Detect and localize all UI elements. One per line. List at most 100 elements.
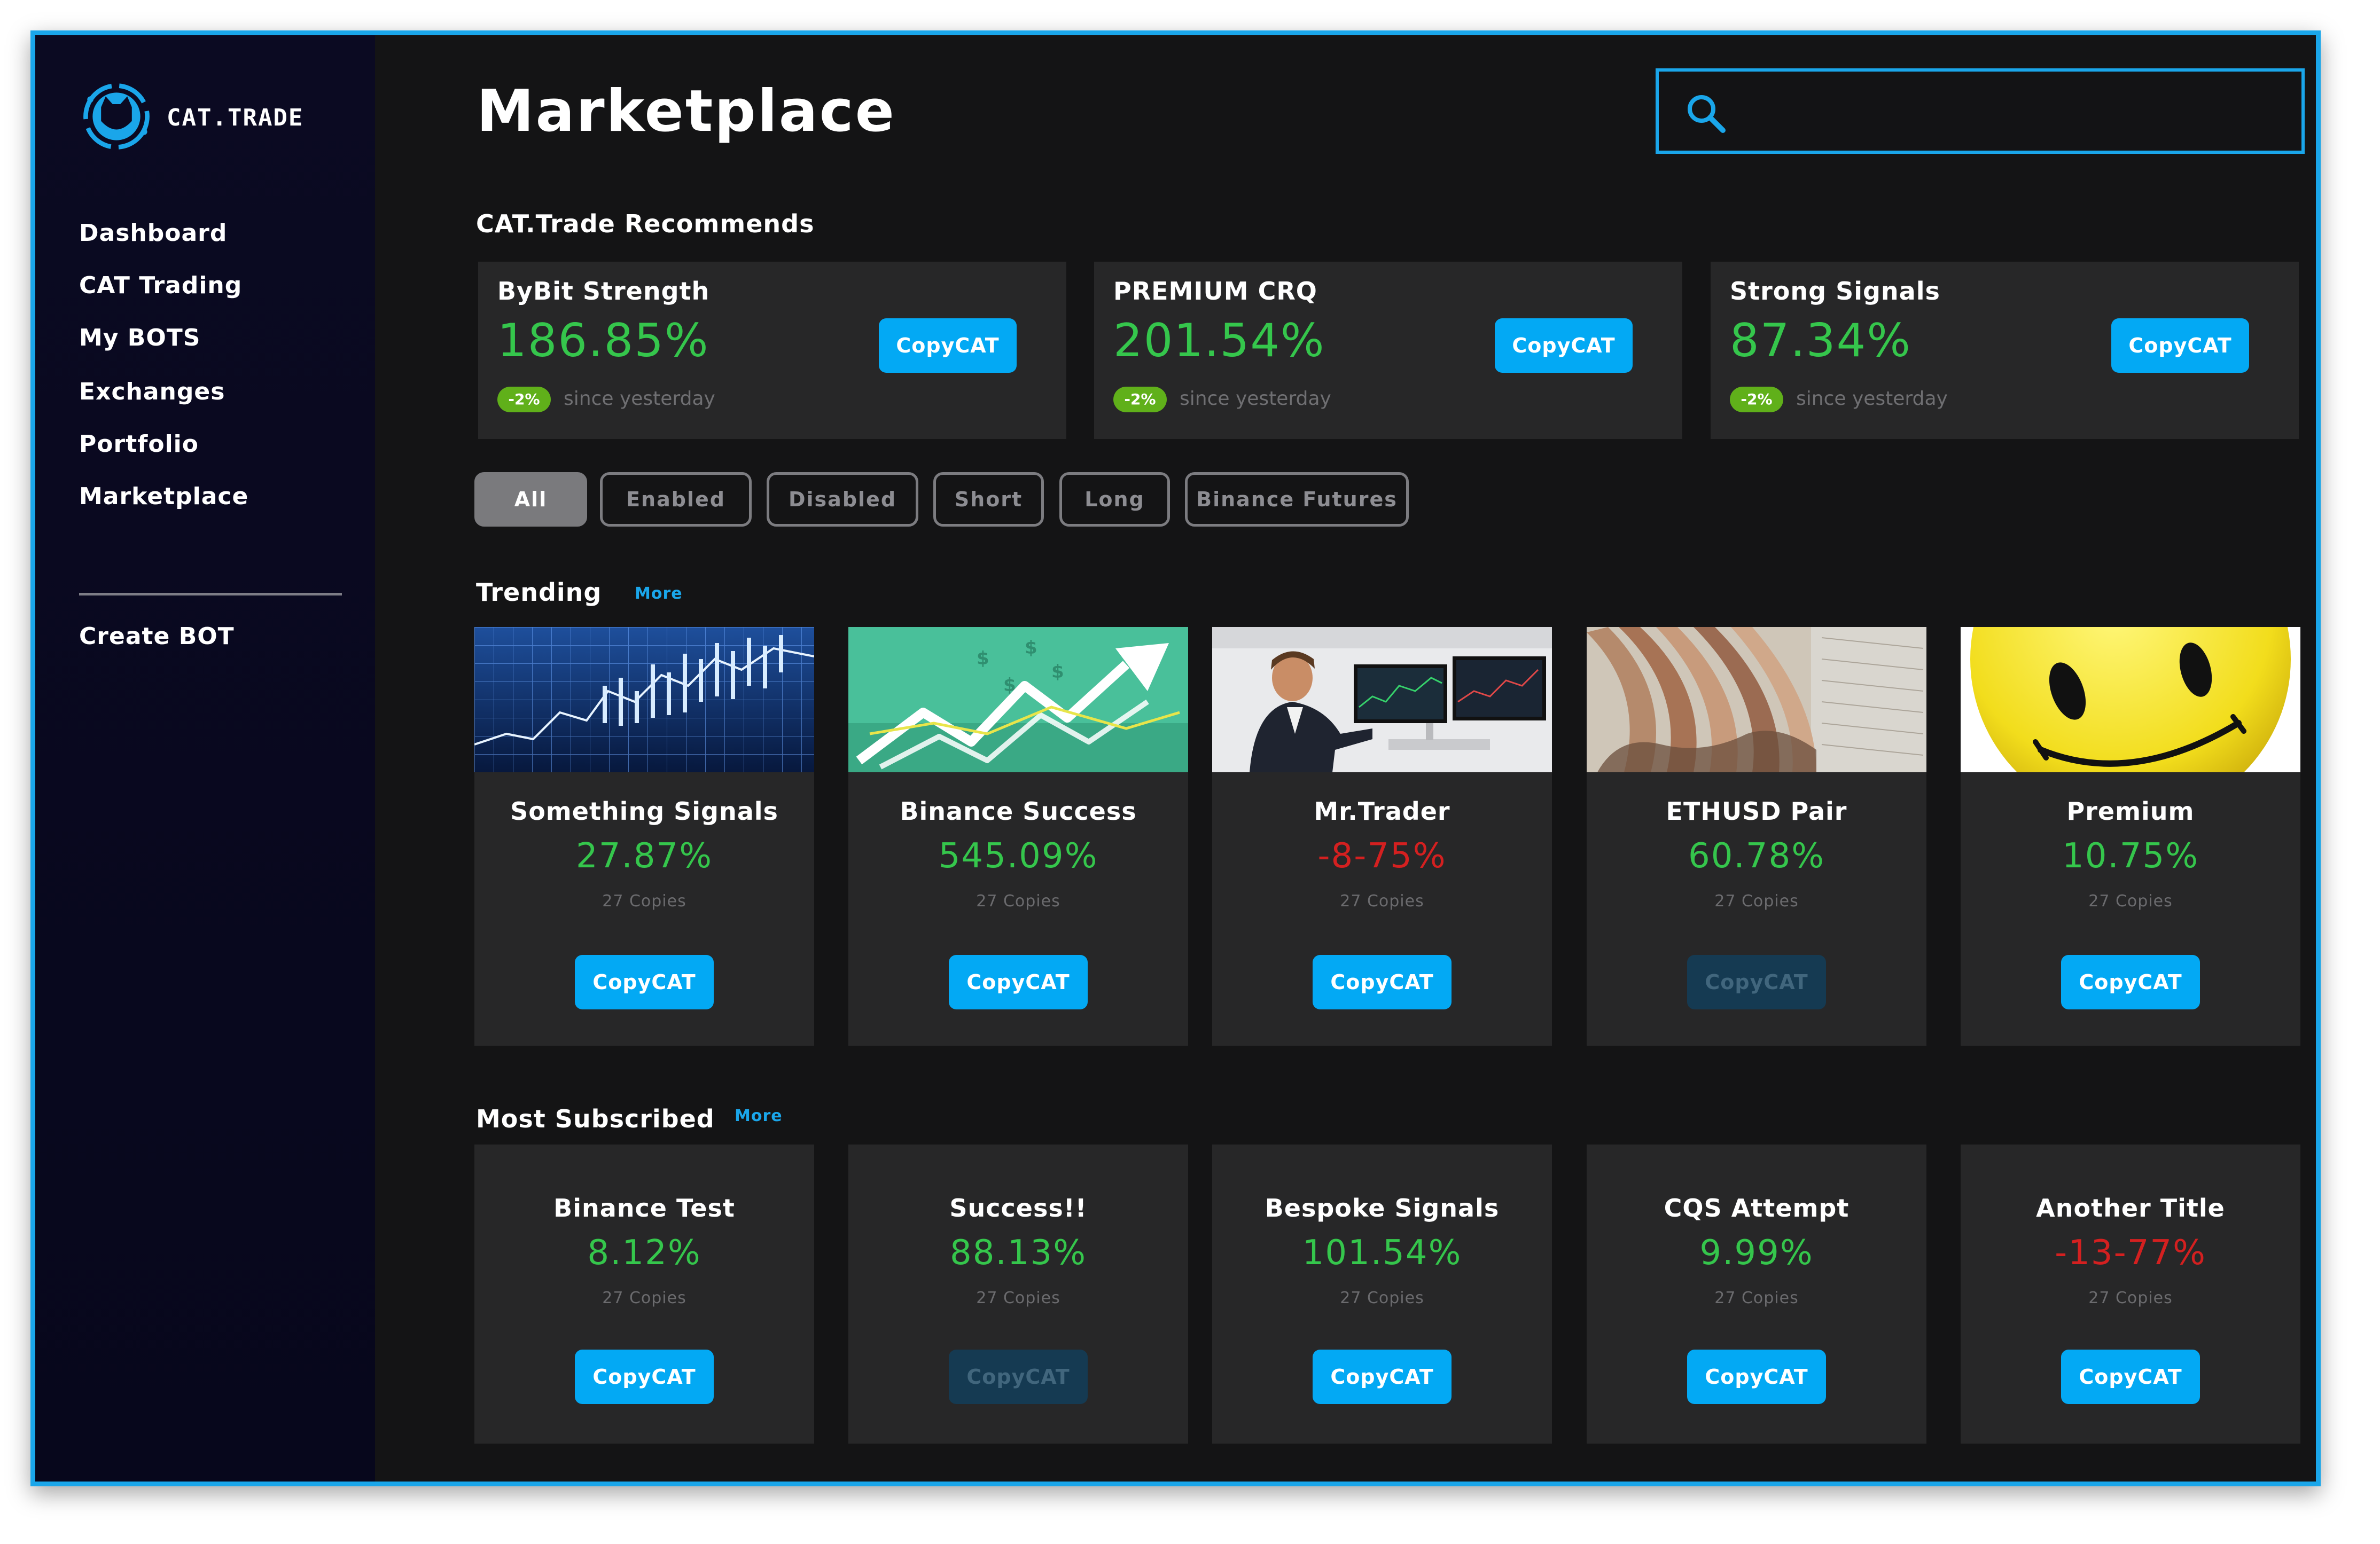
since-label: since yesterday xyxy=(1796,388,1948,410)
recommend-percent: 87.34% xyxy=(1730,314,1911,367)
recommend-percent: 201.54% xyxy=(1113,314,1325,367)
copies-count: 27 Copies xyxy=(976,892,1060,911)
change-badge: -2% xyxy=(1113,387,1167,412)
subscribed-card: Bespoke Signals 101.54% 27 Copies CopyCA… xyxy=(1212,1145,1552,1444)
card-title: Binance Test xyxy=(553,1194,735,1222)
sidebar-item-exchanges[interactable]: Exchanges xyxy=(79,378,225,405)
page-title: Marketplace xyxy=(477,78,896,145)
filter-enabled[interactable]: Enabled xyxy=(600,472,752,527)
card-title: Binance Success xyxy=(900,797,1137,826)
trending-heading: Trending xyxy=(476,578,602,607)
brand-name: CAT.TRADE xyxy=(167,104,304,131)
copycat-button[interactable]: CopyCAT xyxy=(575,1350,714,1404)
filter-short[interactable]: Short xyxy=(933,472,1044,527)
copycat-button[interactable]: CopyCAT xyxy=(1313,1350,1452,1404)
card-title: Premium xyxy=(2066,797,2195,826)
card-percent: -8-75% xyxy=(1317,836,1447,876)
brand-logo[interactable]: CAT.TRADE xyxy=(78,78,303,157)
trending-card: Premium 10.75% 27 Copies CopyCAT xyxy=(1961,627,2300,1046)
card-percent: 10.75% xyxy=(2062,836,2199,876)
card-title: Bespoke Signals xyxy=(1265,1194,1500,1222)
card-percent: 8.12% xyxy=(587,1233,701,1273)
copycat-button[interactable]: CopyCAT xyxy=(949,955,1088,1009)
most-subscribed-heading: Most Subscribed xyxy=(476,1104,715,1133)
copies-count: 27 Copies xyxy=(1714,892,1799,911)
recommend-card: PREMIUM CRQ 201.54% -2% since yesterday … xyxy=(1094,262,1682,439)
trending-card: $ $ $ $ Binance Success 545.09% 27 Copies C… xyxy=(848,627,1188,1046)
card-percent: 9.99% xyxy=(1699,1233,1814,1273)
card-title: CQS Attempt xyxy=(1664,1194,1850,1222)
smiley-face-image xyxy=(1961,627,2300,819)
recommend-name: Strong Signals xyxy=(1730,277,1940,305)
copycat-button[interactable]: CopyCAT xyxy=(2061,955,2200,1009)
search-box[interactable] xyxy=(1656,68,2305,154)
copycat-button[interactable]: CopyCAT xyxy=(575,955,714,1009)
card-percent: 88.13% xyxy=(949,1233,1087,1273)
svg-text:$: $ xyxy=(1003,675,1016,696)
card-title: Another Title xyxy=(2036,1194,2225,1222)
filter-all[interactable]: All xyxy=(474,472,587,527)
trending-more-link[interactable]: More xyxy=(635,584,683,603)
growth-arrow-image: $ $ $ $ xyxy=(848,627,1188,772)
trending-card: Mr.Trader -8-75% 27 Copies CopyCAT xyxy=(1212,627,1552,1046)
card-percent: 60.78% xyxy=(1688,836,1825,876)
since-label: since yesterday xyxy=(564,388,715,410)
card-percent: -13-77% xyxy=(2055,1233,2206,1273)
sidebar-item-cat-trading[interactable]: CAT Trading xyxy=(79,272,242,299)
sidebar-item-portfolio[interactable]: Portfolio xyxy=(79,430,199,458)
recommends-heading: CAT.Trade Recommends xyxy=(476,209,815,238)
svg-text:$: $ xyxy=(1025,637,1037,659)
subscribed-card: Another Title -13-77% 27 Copies CopyCAT xyxy=(1961,1145,2300,1444)
card-title: Mr.Trader xyxy=(1314,797,1450,826)
recommend-name: PREMIUM CRQ xyxy=(1113,277,1317,305)
since-label: since yesterday xyxy=(1180,388,1331,410)
copies-count: 27 Copies xyxy=(2088,1289,2173,1307)
trending-card: Something Signals 27.87% 27 Copies CopyC… xyxy=(474,627,814,1046)
filter-disabled[interactable]: Disabled xyxy=(767,472,918,527)
card-percent: 101.54% xyxy=(1302,1233,1462,1273)
card-percent: 545.09% xyxy=(938,836,1098,876)
sidebar-item-marketplace[interactable]: Marketplace xyxy=(79,483,248,510)
copycat-button[interactable]: CopyCAT xyxy=(1495,318,1633,373)
recommend-card: ByBit Strength 186.85% -2% since yesterd… xyxy=(478,262,1066,439)
change-badge: -2% xyxy=(497,387,551,412)
copies-count: 27 Copies xyxy=(2088,892,2173,911)
trending-card: ETHUSD Pair 60.78% 27 Copies CopyCAT xyxy=(1587,627,1926,1046)
recommend-card: Strong Signals 87.34% -2% since yesterda… xyxy=(1711,262,2299,439)
filter-binance-futures[interactable]: Binance Futures xyxy=(1185,472,1409,527)
copies-count: 27 Copies xyxy=(602,892,686,911)
sidebar-divider xyxy=(79,593,342,595)
copies-count: 27 Copies xyxy=(1714,1289,1799,1307)
most-subscribed-more-link[interactable]: More xyxy=(735,1107,783,1125)
card-title: Something Signals xyxy=(510,797,778,826)
subscribed-card: Binance Test 8.12% 27 Copies CopyCAT xyxy=(474,1145,814,1444)
sidebar-item-dashboard[interactable]: Dashboard xyxy=(79,220,227,247)
copycat-button[interactable]: CopyCAT xyxy=(2111,318,2249,373)
copycat-button-disabled[interactable]: CopyCAT xyxy=(949,1350,1088,1404)
sidebar: CAT.TRADE Dashboard CAT Trading My BOTS … xyxy=(35,35,375,1482)
create-bot-link[interactable]: Create BOT xyxy=(79,623,235,650)
copies-count: 27 Copies xyxy=(976,1289,1060,1307)
copycat-button-disabled[interactable]: CopyCAT xyxy=(1687,955,1826,1009)
sidebar-item-my-bots[interactable]: My BOTS xyxy=(79,324,200,351)
cat-logo-icon xyxy=(78,78,155,157)
banknotes-image xyxy=(1587,627,1926,772)
svg-text:$: $ xyxy=(1051,661,1064,683)
copies-count: 27 Copies xyxy=(602,1289,686,1307)
subscribed-card: Success!! 88.13% 27 Copies CopyCAT xyxy=(848,1145,1188,1444)
svg-text:$: $ xyxy=(977,648,989,669)
filter-long[interactable]: Long xyxy=(1059,472,1170,527)
copies-count: 27 Copies xyxy=(1340,1289,1424,1307)
copycat-button[interactable]: CopyCAT xyxy=(2061,1350,2200,1404)
copies-count: 27 Copies xyxy=(1340,892,1424,911)
trader-at-screens-image xyxy=(1212,627,1552,772)
card-title: Success!! xyxy=(949,1194,1087,1222)
card-title: ETHUSD Pair xyxy=(1666,797,1847,826)
subscribed-card: CQS Attempt 9.99% 27 Copies CopyCAT xyxy=(1587,1145,1926,1444)
search-input[interactable] xyxy=(1739,88,2286,137)
recommend-name: ByBit Strength xyxy=(497,277,710,305)
main-content: Marketplace CAT.Trade Recommends ByBit S… xyxy=(375,35,2316,1482)
copycat-button[interactable]: CopyCAT xyxy=(879,318,1017,373)
copycat-button[interactable]: CopyCAT xyxy=(1687,1350,1826,1404)
copycat-button[interactable]: CopyCAT xyxy=(1313,955,1452,1009)
